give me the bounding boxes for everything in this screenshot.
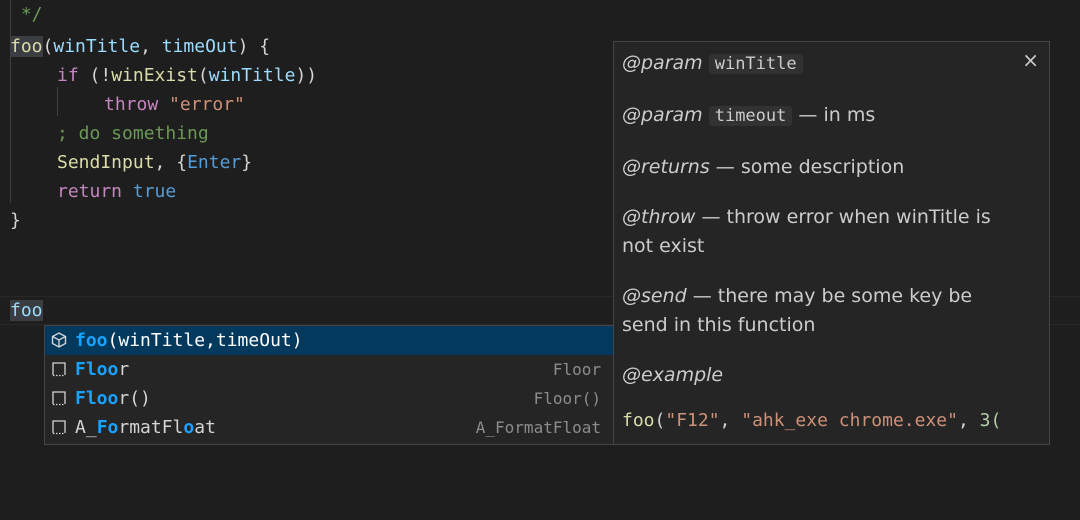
snippet-icon bbox=[52, 391, 66, 406]
code-token: timeOut bbox=[161, 36, 238, 57]
label-text: rmatFl bbox=[118, 417, 184, 438]
match-text: o bbox=[183, 417, 195, 438]
suggestion-item[interactable]: A_FormatFloat A_FormatFloat bbox=[45, 413, 613, 442]
match-text: F bbox=[75, 359, 86, 380]
code-token: ( bbox=[42, 36, 54, 57]
code-token: )) bbox=[295, 65, 318, 86]
suggestion-label: Floor() bbox=[75, 384, 151, 413]
code-token: true bbox=[132, 181, 177, 202]
doc-tag: @example bbox=[622, 364, 724, 386]
code-token: Enter bbox=[187, 152, 242, 173]
match-text: foo bbox=[75, 330, 108, 351]
match-text: loo bbox=[85, 359, 119, 380]
code-token: , bbox=[719, 410, 742, 431]
close-icon[interactable]: × bbox=[1022, 48, 1039, 72]
code-token: return bbox=[57, 181, 123, 202]
code-line-4: ; do something bbox=[57, 123, 209, 144]
doc-description: — some description bbox=[709, 156, 905, 178]
cube-icon bbox=[51, 332, 67, 348]
code-line-comment-end: */ bbox=[10, 4, 43, 25]
suggestion-label: A_FormatFloat bbox=[75, 413, 216, 442]
code-token: , bbox=[957, 410, 980, 431]
label-text: A_ bbox=[75, 417, 97, 438]
snippet-icon bbox=[52, 362, 66, 377]
label-text: r() bbox=[118, 388, 151, 409]
doc-param-1: @param winTitle bbox=[622, 49, 1022, 79]
doc-param-name: winTitle bbox=[708, 54, 803, 74]
code-token: if bbox=[57, 65, 79, 86]
match-text: F bbox=[75, 388, 86, 409]
doc-tag: @returns bbox=[622, 156, 710, 178]
code-token: "ahk_exe chrome.exe" bbox=[741, 410, 958, 431]
function-name: foo bbox=[10, 36, 43, 57]
code-token: foo bbox=[622, 410, 655, 431]
suggestion-item[interactable]: Floor Floor bbox=[45, 355, 613, 384]
indent-guide bbox=[57, 87, 58, 116]
code-line-5: SendInput, {Enter} bbox=[57, 148, 252, 177]
documentation-panel: × @param winTitle @param timeout — in ms… bbox=[613, 41, 1050, 445]
doc-tag: @param bbox=[622, 52, 703, 74]
suggestion-detail: Floor() bbox=[533, 389, 601, 408]
code-token: "error" bbox=[169, 94, 245, 115]
doc-tag: @param bbox=[622, 104, 703, 126]
code-line-3: throw "error" bbox=[104, 90, 245, 119]
code-token: winTitle bbox=[208, 65, 296, 86]
label-text: at bbox=[194, 417, 216, 438]
doc-returns: @returns — some description bbox=[622, 153, 1022, 182]
code-token: SendInput bbox=[57, 152, 155, 173]
code-line-7: } bbox=[10, 210, 21, 231]
code-token: "F12" bbox=[665, 410, 720, 431]
doc-example-code: foo("F12", "ahk_exe chrome.exe", 3( bbox=[622, 410, 1001, 431]
suggestion-item[interactable]: Floor() Floor() bbox=[45, 384, 613, 413]
match-text: loo bbox=[85, 388, 119, 409]
suggestion-item[interactable]: foo(winTitle,timeOut) bbox=[45, 326, 613, 355]
doc-param-2: @param timeout — in ms bbox=[622, 101, 1022, 131]
typed-text: foo bbox=[10, 300, 43, 321]
suggestion-label: foo(winTitle,timeOut) bbox=[75, 326, 303, 355]
code-line-1: foo(winTitle, timeOut) { bbox=[10, 32, 270, 61]
code-token: } bbox=[241, 152, 253, 173]
code-token: ( bbox=[654, 410, 666, 431]
code-token: winExist bbox=[111, 65, 198, 86]
code-line-2: if (!winExist(winTitle)) bbox=[57, 61, 317, 90]
code-token: 3( bbox=[979, 410, 1002, 431]
doc-throw: @throw — throw error when winTitle is no… bbox=[622, 203, 1012, 261]
doc-tag: @send bbox=[622, 285, 687, 307]
indent-guide bbox=[10, 0, 11, 203]
suggestion-list[interactable]: foo(winTitle,timeOut) Floor Floor Floor(… bbox=[44, 325, 614, 445]
code-token: , bbox=[140, 36, 162, 57]
label-text: r bbox=[118, 359, 130, 380]
doc-description: — in ms bbox=[792, 104, 876, 126]
code-line-9[interactable]: foo bbox=[10, 296, 43, 325]
label-text: (winTitle,timeOut) bbox=[107, 330, 303, 351]
code-token: (! bbox=[78, 65, 112, 86]
match-text: Fo bbox=[96, 417, 119, 438]
snippet-icon bbox=[52, 420, 66, 435]
doc-send: @send — there may be some key be send in… bbox=[622, 282, 982, 340]
code-token: winTitle bbox=[53, 36, 141, 57]
code-token: ( bbox=[197, 65, 209, 86]
suggestion-label: Floor bbox=[75, 355, 129, 384]
code-line-6: return true bbox=[57, 177, 176, 206]
doc-example: @example bbox=[622, 361, 1022, 390]
code-token: throw bbox=[104, 94, 159, 115]
doc-param-name: timeout bbox=[708, 106, 793, 126]
code-token: ) { bbox=[237, 36, 271, 57]
doc-tag: @throw bbox=[622, 206, 696, 228]
suggestion-detail: A_FormatFloat bbox=[475, 418, 601, 437]
suggestion-detail: Floor bbox=[552, 360, 601, 379]
code-token: , { bbox=[154, 152, 188, 173]
